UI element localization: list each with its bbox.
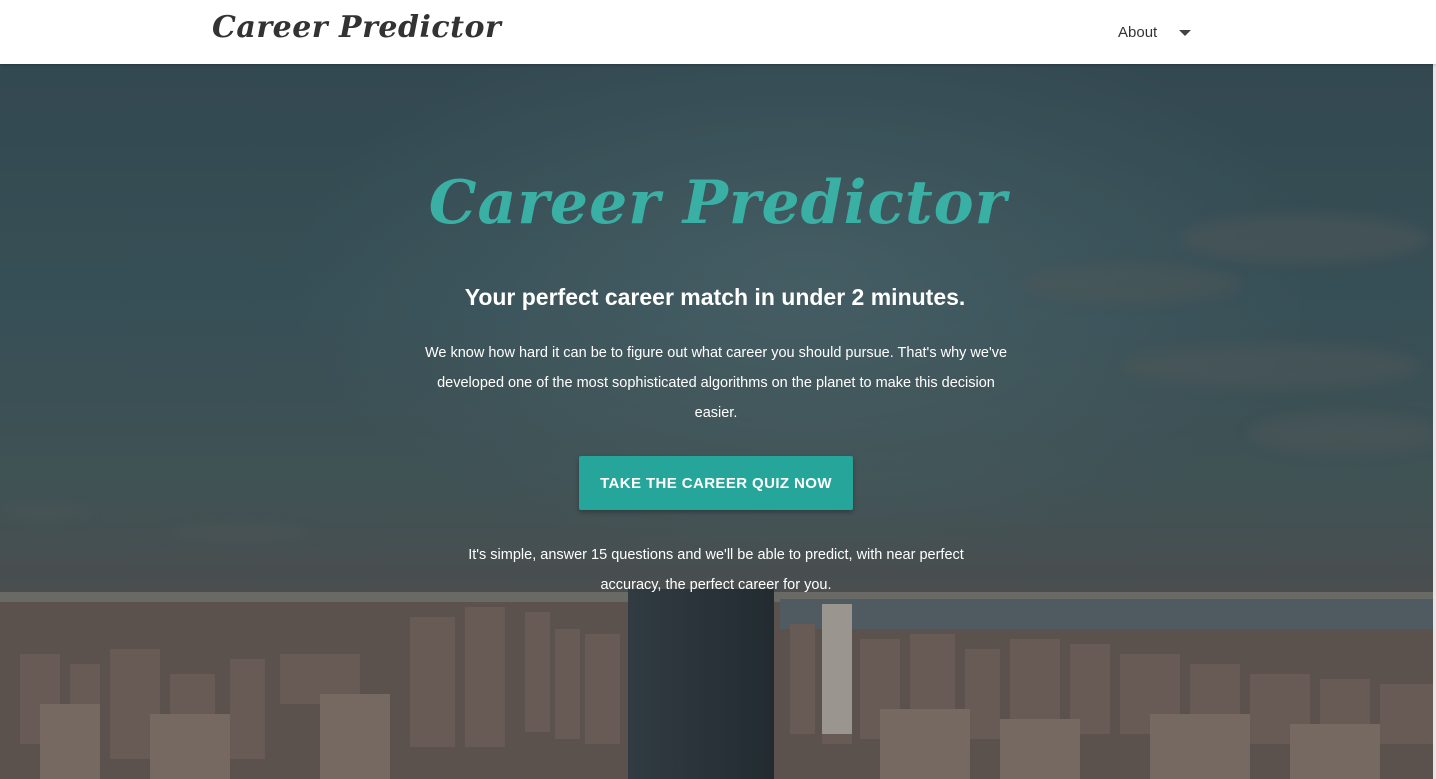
take-quiz-button[interactable]: TAKE THE CAREER QUIZ NOW xyxy=(579,456,853,510)
brand-logo[interactable]: Career Predictor xyxy=(212,10,501,45)
hero-intro-text: We know how hard it can be to figure out… xyxy=(424,345,1008,421)
hero-title: Career Predictor xyxy=(428,168,1008,238)
hero-tagline: Your perfect career match in under 2 min… xyxy=(464,284,966,310)
caret-down-icon xyxy=(1179,30,1192,36)
hero-content: Career Predictor Your perfect career mat… xyxy=(0,64,1436,779)
about-dropdown[interactable]: About xyxy=(1106,0,1199,64)
top-navbar: Career Predictor About xyxy=(0,0,1436,64)
hero-section: Career Predictor Your perfect career mat… xyxy=(0,64,1436,779)
hero-footnote-text: It's simple, answer 15 questions and we'… xyxy=(468,547,964,593)
about-menu-label: About xyxy=(1118,23,1158,41)
